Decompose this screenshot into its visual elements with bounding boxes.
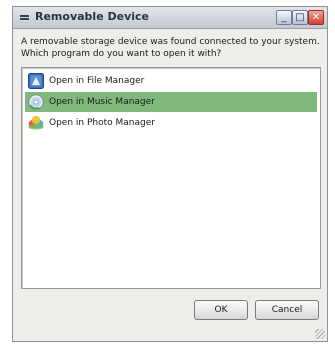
prompt-text: A removable storage device was found con… [21, 37, 320, 59]
list-item-photo-manager[interactable]: Open in Photo Manager [25, 113, 317, 133]
close-button[interactable]: ✕ [308, 10, 324, 25]
music-manager-icon [28, 94, 44, 110]
ok-button[interactable]: OK [194, 300, 248, 320]
resize-grip[interactable] [315, 329, 325, 339]
removable-device-dialog: Removable Device _ □ ✕ A removable stora… [12, 6, 328, 342]
list-item-label: Open in Music Manager [49, 97, 155, 107]
program-list[interactable]: Open in File Manager Open in Music Manag… [21, 67, 321, 289]
list-item-file-manager[interactable]: Open in File Manager [25, 71, 317, 91]
photo-manager-icon [28, 115, 44, 130]
cancel-button[interactable]: Cancel [255, 300, 319, 320]
window-menu-icon[interactable] [20, 15, 29, 20]
minimize-button[interactable]: _ [276, 10, 292, 25]
file-manager-icon [28, 73, 44, 89]
list-item-label: Open in Photo Manager [49, 118, 155, 128]
title-bar[interactable]: Removable Device _ □ ✕ [13, 7, 327, 29]
list-item-label: Open in File Manager [49, 76, 145, 86]
list-item-music-manager[interactable]: Open in Music Manager [25, 92, 317, 112]
maximize-button[interactable]: □ [292, 10, 308, 25]
window-title: Removable Device [35, 10, 149, 23]
